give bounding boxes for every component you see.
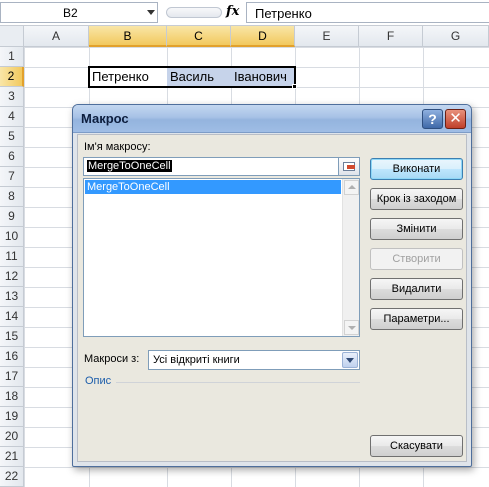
row-header[interactable]: 3 <box>0 87 24 107</box>
macro-list[interactable]: MergeToOneCell <box>83 178 360 337</box>
macro-name-label: Ім'я макросу: <box>84 141 151 153</box>
row-header[interactable]: 13 <box>0 287 24 307</box>
fill-handle[interactable] <box>292 84 297 89</box>
formula-controls: fx <box>160 2 244 23</box>
macro-name-input[interactable]: MergeToOneCell <box>83 157 339 176</box>
formula-input[interactable]: Петренко <box>246 2 489 23</box>
row-header[interactable]: 17 <box>0 367 24 387</box>
macro-name-value: MergeToOneCell <box>87 160 172 172</box>
row-header[interactable]: 11 <box>0 247 24 267</box>
options-button[interactable]: Параметри... <box>370 308 463 330</box>
row-header[interactable]: 16 <box>0 347 24 367</box>
dialog-titlebar[interactable]: Макрос ? ✕ <box>73 105 471 133</box>
insert-function-icon[interactable]: fx <box>226 4 239 19</box>
column-header-f[interactable]: F <box>359 26 423 47</box>
row-header[interactable]: 20 <box>0 427 24 447</box>
create-button[interactable]: Створити <box>370 248 463 270</box>
row-header[interactable]: 4 <box>0 107 24 127</box>
row-header[interactable]: 22 <box>0 467 24 487</box>
row-header[interactable]: 15 <box>0 327 24 347</box>
delete-button[interactable]: Видалити <box>370 278 463 300</box>
column-header-e[interactable]: E <box>295 26 359 47</box>
description-label: Опис <box>85 375 112 387</box>
row-header[interactable]: 6 <box>0 147 24 167</box>
column-header-d[interactable]: D <box>231 26 295 47</box>
chevron-down-icon[interactable] <box>342 352 358 368</box>
dialog-title: Макрос <box>81 111 129 126</box>
select-all-corner[interactable] <box>0 26 24 47</box>
macros-in-select[interactable]: Усі відкриті книги <box>148 350 360 370</box>
description-divider <box>116 382 360 383</box>
formula-resize-handle[interactable] <box>166 7 222 18</box>
row-header[interactable]: 18 <box>0 387 24 407</box>
macros-in-label: Макроси з: <box>84 353 140 365</box>
row-header[interactable]: 21 <box>0 447 24 467</box>
macros-in-value: Усі відкриті книги <box>153 354 240 366</box>
row-header[interactable]: 2 <box>0 67 24 87</box>
macro-dialog: Макрос ? ✕ Ім'я макросу: MergeToOneCell … <box>72 104 472 467</box>
row-header[interactable]: 7 <box>0 167 24 187</box>
row-header[interactable]: 10 <box>0 227 24 247</box>
close-button[interactable]: ✕ <box>445 109 466 129</box>
list-scrollbar[interactable] <box>342 179 359 336</box>
row-header[interactable]: 14 <box>0 307 24 327</box>
column-header-g[interactable]: G <box>423 26 489 47</box>
name-box[interactable]: B2 <box>0 2 158 23</box>
column-header-a[interactable]: A <box>24 26 89 47</box>
column-header-c[interactable]: C <box>167 26 231 47</box>
selection-border <box>88 66 296 88</box>
formula-bar: B2 fx Петренко <box>0 0 489 26</box>
step-into-button[interactable]: Крок із заходом <box>370 188 463 210</box>
scroll-up-icon[interactable] <box>344 180 359 195</box>
row-header[interactable]: 9 <box>0 207 24 227</box>
column-header-b[interactable]: B <box>89 26 167 47</box>
row-header[interactable]: 12 <box>0 267 24 287</box>
row-header[interactable]: 8 <box>0 187 24 207</box>
scroll-down-icon[interactable] <box>344 320 359 335</box>
name-box-value: B2 <box>63 6 78 20</box>
list-item[interactable]: MergeToOneCell <box>85 180 341 194</box>
row-header[interactable]: 19 <box>0 407 24 427</box>
run-button[interactable]: Виконати <box>370 158 463 180</box>
collapse-dialog-icon[interactable] <box>338 157 360 176</box>
help-button[interactable]: ? <box>422 109 443 129</box>
row-header[interactable]: 5 <box>0 127 24 147</box>
edit-button[interactable]: Змінити <box>370 218 463 240</box>
dialog-body: Ім'я макросу: MergeToOneCell MergeToOneC… <box>77 134 467 462</box>
chevron-down-icon[interactable] <box>147 10 155 15</box>
row-header[interactable]: 1 <box>0 47 24 67</box>
cancel-button[interactable]: Скасувати <box>370 435 463 457</box>
